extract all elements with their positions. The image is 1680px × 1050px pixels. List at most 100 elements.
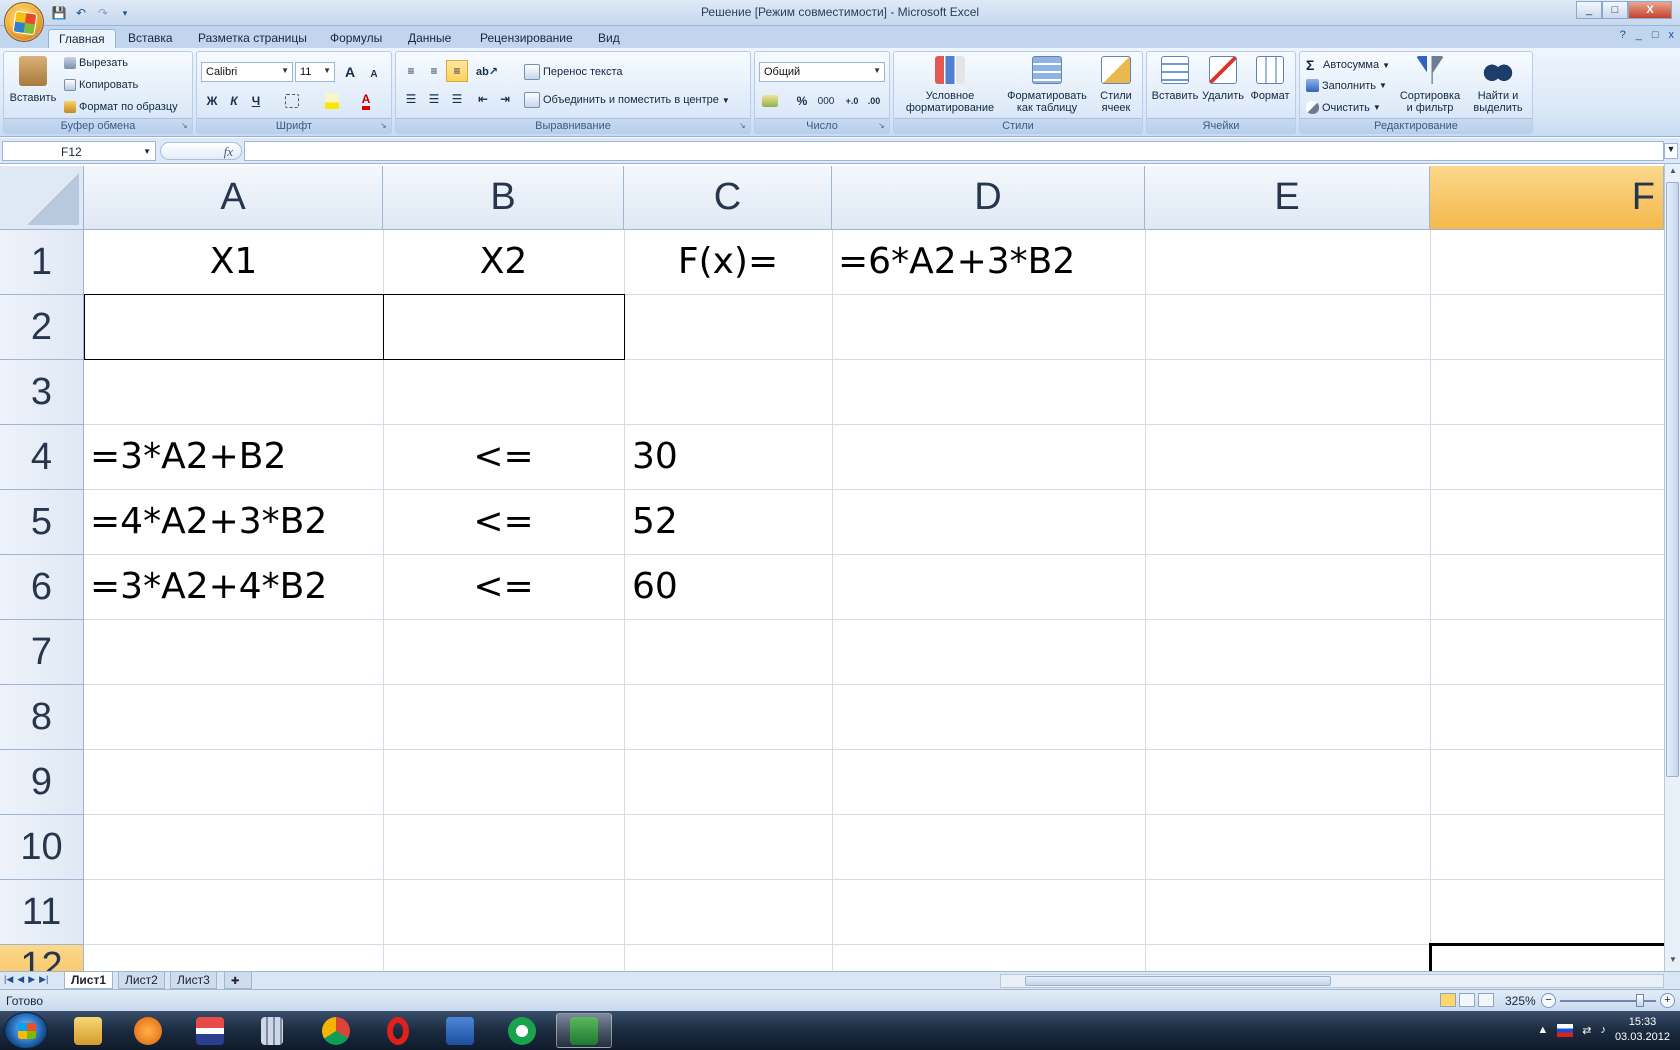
zoom-slider-thumb[interactable] — [1636, 994, 1644, 1007]
cell-styles-button[interactable]: Стили ячеек — [1092, 56, 1140, 114]
autosum-button[interactable]: Σ Автосумма ▼ — [1306, 57, 1390, 73]
active-cell-f12[interactable] — [1429, 943, 1664, 971]
wrap-text-button[interactable]: Перенос текста — [524, 64, 623, 80]
select-all-button[interactable] — [0, 166, 84, 230]
row-header-6[interactable]: 6 — [0, 555, 84, 620]
align-center-button[interactable]: ☰ — [423, 88, 445, 110]
taskbar-mail-agent[interactable] — [494, 1013, 550, 1048]
bold-button[interactable]: Ж — [201, 90, 223, 112]
office-button[interactable] — [4, 2, 44, 42]
tab-formulas[interactable]: Формулы — [320, 29, 392, 48]
vertical-scrollbar[interactable]: ▲ ▼ — [1664, 164, 1680, 971]
insert-cells-button[interactable]: Вставить — [1151, 56, 1199, 102]
row-header-9[interactable]: 9 — [0, 750, 84, 815]
minimize-button[interactable]: _ — [1576, 1, 1602, 19]
cell-b5[interactable]: <= — [383, 490, 624, 554]
cut-button[interactable]: Вырезать — [64, 57, 128, 69]
fill-color-button[interactable] — [321, 90, 343, 112]
row-header-1[interactable]: 1 — [0, 230, 84, 295]
taskbar-explorer[interactable] — [60, 1013, 116, 1048]
percent-button[interactable]: % — [791, 90, 813, 112]
next-sheet-icon[interactable]: ▶ — [28, 974, 35, 985]
maximize-button[interactable]: □ — [1602, 1, 1628, 19]
row-header-3[interactable]: 3 — [0, 360, 84, 425]
cell-b2[interactable] — [383, 294, 625, 360]
dialog-launcher-icon[interactable]: ↘ — [739, 122, 748, 131]
currency-button[interactable] — [759, 90, 781, 112]
vertical-scroll-thumb[interactable] — [1666, 182, 1679, 777]
cell-a5[interactable]: =4*A2+3*B2 — [90, 490, 327, 554]
taskbar-chrome[interactable] — [308, 1013, 364, 1048]
scroll-up-icon[interactable]: ▲ — [1667, 166, 1679, 180]
cell-c1[interactable]: F(x)= — [624, 230, 832, 294]
taskbar-calculator[interactable] — [244, 1013, 300, 1048]
tab-home[interactable]: Главная — [48, 29, 116, 48]
tab-view[interactable]: Вид — [588, 29, 630, 48]
cell-a1[interactable]: X1 — [84, 230, 383, 294]
normal-view-icon[interactable] — [1440, 993, 1456, 1007]
row-header-7[interactable]: 7 — [0, 620, 84, 685]
tab-data[interactable]: Данные — [398, 29, 461, 48]
format-painter-button[interactable]: Формат по образцу — [64, 101, 178, 113]
language-flag-icon[interactable] — [1557, 1023, 1574, 1037]
column-header-a[interactable]: A — [84, 166, 383, 230]
taskbar-word[interactable] — [432, 1013, 488, 1048]
font-color-button[interactable]: A — [355, 90, 377, 112]
chevron-down-icon[interactable]: ▼ — [143, 147, 151, 156]
align-top-button[interactable]: ≡ — [400, 60, 422, 82]
zoom-out-icon[interactable]: − — [1541, 993, 1556, 1008]
scroll-down-icon[interactable]: ▼ — [1667, 955, 1679, 969]
tab-insert[interactable]: Вставка — [118, 29, 183, 48]
dialog-launcher-icon[interactable]: ↘ — [181, 122, 190, 131]
column-header-f[interactable]: F — [1430, 166, 1664, 230]
font-name-select[interactable]: Calibri ▼ — [201, 62, 293, 82]
number-format-select[interactable]: Общий ▼ — [759, 62, 885, 82]
taskbar-excel[interactable] — [556, 1013, 612, 1048]
sheet-tab-3[interactable]: Лист3 — [170, 972, 217, 989]
name-box[interactable]: F12 ▼ — [2, 141, 156, 161]
doc-minimize-icon[interactable]: _ — [1636, 29, 1642, 41]
merge-center-button[interactable]: Объединить и поместить в центре ▼ — [524, 92, 730, 108]
italic-button[interactable]: К — [223, 90, 245, 112]
find-select-button[interactable]: Найти и выделить — [1466, 56, 1530, 114]
horizontal-scroll-thumb[interactable] — [1025, 976, 1331, 986]
tab-page-layout[interactable]: Разметка страницы — [188, 29, 317, 48]
underline-button[interactable]: Ч — [245, 90, 267, 112]
conditional-formatting-button[interactable]: Условное форматирование — [898, 56, 1002, 114]
orientation-button[interactable]: ab↗ — [476, 60, 498, 82]
format-cells-button[interactable]: Формат — [1247, 56, 1293, 102]
decrease-indent-button[interactable]: ⇤ — [472, 88, 494, 110]
zoom-in-icon[interactable]: + — [1660, 993, 1675, 1008]
cell-b6[interactable]: <= — [383, 555, 624, 619]
align-bottom-button[interactable]: ≡ — [446, 60, 468, 82]
row-header-2[interactable]: 2 — [0, 295, 84, 360]
decrease-decimal-button[interactable]: .00 — [863, 90, 885, 112]
borders-button[interactable] — [281, 90, 303, 112]
zoom-level[interactable]: 325% — [1505, 994, 1536, 1008]
row-header-11[interactable]: 11 — [0, 880, 84, 945]
taskbar-opera[interactable] — [370, 1013, 426, 1048]
column-header-e[interactable]: E — [1145, 166, 1430, 230]
cell-c4[interactable]: 30 — [632, 425, 678, 489]
align-middle-button[interactable]: ≡ — [423, 60, 445, 82]
cell-d1[interactable]: =6*A2+3*B2 — [838, 230, 1075, 294]
horizontal-scrollbar[interactable] — [1000, 974, 1664, 988]
sheet-tab-2[interactable]: Лист2 — [118, 972, 165, 989]
cell-c5[interactable]: 52 — [632, 490, 678, 554]
grow-font-button[interactable]: A — [339, 61, 361, 83]
align-left-button[interactable]: ☰ — [400, 88, 422, 110]
cell-a4[interactable]: =3*A2+B2 — [90, 425, 286, 489]
sort-filter-button[interactable]: Сортировка и фильтр — [1396, 56, 1464, 114]
column-header-b[interactable]: B — [383, 166, 624, 230]
dialog-launcher-icon[interactable]: ↘ — [878, 122, 887, 131]
expand-formula-bar-icon[interactable]: ▼ — [1664, 143, 1678, 159]
align-right-button[interactable]: ☰ — [446, 88, 468, 110]
doc-close-icon[interactable]: x — [1669, 29, 1675, 41]
taskbar-media-player[interactable] — [120, 1013, 176, 1048]
cell-c6[interactable]: 60 — [632, 555, 678, 619]
copy-button[interactable]: Копировать — [64, 79, 138, 91]
increase-indent-button[interactable]: ⇥ — [494, 88, 516, 110]
shrink-font-button[interactable]: A — [363, 63, 385, 85]
clock[interactable]: 15:33 03.03.2012 — [1615, 1015, 1670, 1045]
delete-cells-button[interactable]: Удалить — [1201, 56, 1245, 102]
